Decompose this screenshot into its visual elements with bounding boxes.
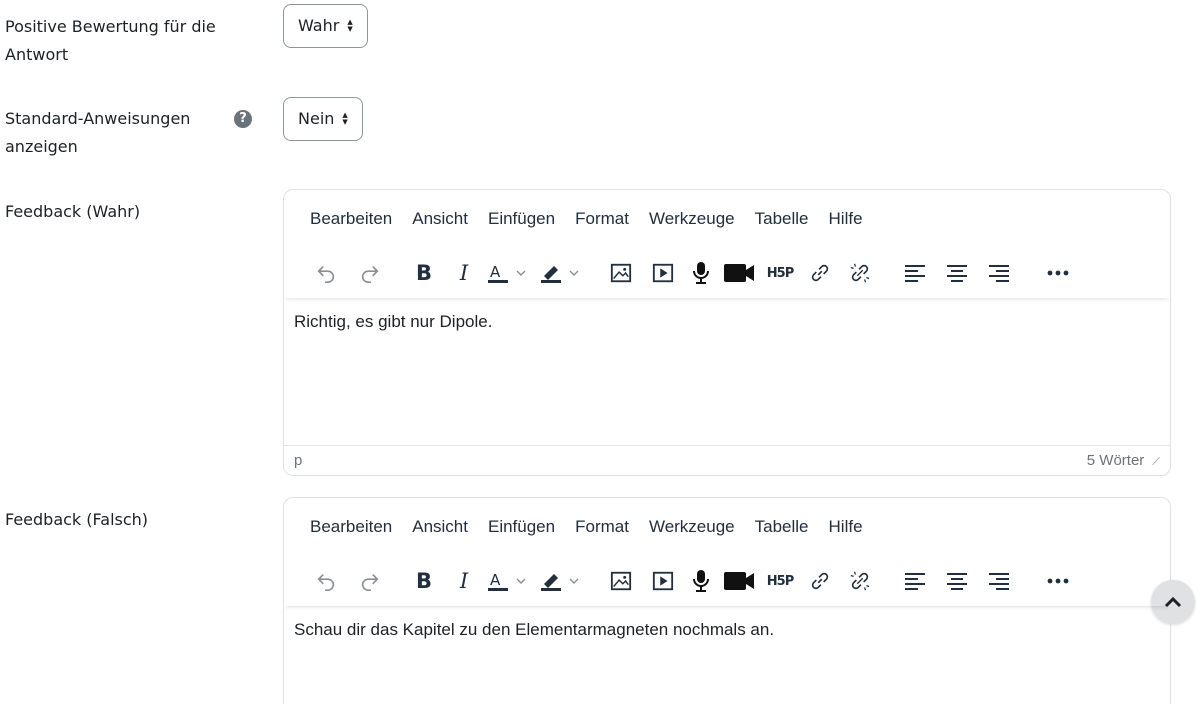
select-arrows-icon: ▲ ▼	[342, 111, 348, 126]
align-right-icon[interactable]	[978, 256, 1020, 290]
align-right-icon[interactable]	[978, 564, 1020, 598]
highlight-color-icon[interactable]	[534, 564, 590, 598]
undo-icon[interactable]	[304, 564, 348, 598]
feedback-false-editor: Bearbeiten Ansicht Einfügen Format Werkz…	[283, 497, 1171, 704]
feedback-false-label: Feedback (Falsch)	[5, 510, 149, 529]
editor-menubar: Bearbeiten Ansicht Einfügen Format Werkz…	[284, 190, 1170, 248]
image-icon[interactable]	[600, 256, 642, 290]
align-center-icon[interactable]	[936, 564, 978, 598]
italic-icon[interactable]: I	[444, 256, 484, 290]
microphone-icon[interactable]	[684, 256, 718, 290]
redo-icon[interactable]	[348, 564, 392, 598]
resize-handle-icon[interactable]: ⟋	[1152, 456, 1160, 469]
undo-icon[interactable]	[304, 256, 348, 290]
redo-icon[interactable]	[348, 256, 392, 290]
more-icon[interactable]	[1034, 564, 1082, 598]
editor-content[interactable]: Richtig, es gibt nur Dipole.	[284, 298, 1170, 346]
unlink-icon[interactable]	[840, 256, 880, 290]
standard-instructions-select[interactable]: Nein ▲ ▼	[283, 97, 363, 141]
h5p-icon[interactable]: H5P	[760, 256, 800, 290]
align-left-icon[interactable]	[894, 564, 936, 598]
svg-text:A: A	[490, 263, 501, 281]
feedback-true-label: Feedback (Wahr)	[5, 202, 141, 221]
menu-table[interactable]: Tabelle	[745, 515, 819, 539]
editor-content[interactable]: Schau dir das Kapitel zu den Elementarma…	[284, 606, 1170, 654]
unlink-icon[interactable]	[840, 564, 880, 598]
text-color-icon[interactable]: A	[484, 256, 534, 290]
menu-view[interactable]: Ansicht	[402, 207, 478, 231]
link-icon[interactable]	[800, 256, 840, 290]
element-path[interactable]: p	[294, 452, 302, 469]
media-icon[interactable]	[642, 256, 684, 290]
word-count: 5 Wörter ⟋	[1087, 452, 1160, 469]
menu-view[interactable]: Ansicht	[402, 515, 478, 539]
editor-menubar: Bearbeiten Ansicht Einfügen Format Werkz…	[284, 498, 1170, 556]
italic-icon[interactable]: I	[444, 564, 484, 598]
menu-format[interactable]: Format	[565, 207, 639, 231]
positive-rating-select[interactable]: Wahr ▲ ▼	[283, 4, 368, 48]
menu-table[interactable]: Tabelle	[745, 207, 819, 231]
editor-toolbar: B I A H5P	[284, 556, 1170, 606]
menu-help[interactable]: Hilfe	[819, 515, 873, 539]
positive-rating-label: Positive Bewertung für die Antwort	[5, 17, 216, 64]
menu-tools[interactable]: Werkzeuge	[639, 515, 745, 539]
more-icon[interactable]	[1034, 256, 1082, 290]
image-icon[interactable]	[600, 564, 642, 598]
menu-insert[interactable]: Einfügen	[478, 207, 565, 231]
microphone-icon[interactable]	[684, 564, 718, 598]
word-count-text: 5 Wörter	[1086, 452, 1145, 469]
standard-instructions-label: Standard-Anweisungen anzeigen	[5, 109, 191, 156]
positive-rating-value: Wahr	[298, 16, 340, 35]
editor-statusbar: p 5 Wörter ⟋	[284, 445, 1170, 475]
align-left-icon[interactable]	[894, 256, 936, 290]
menu-help[interactable]: Hilfe	[819, 207, 873, 231]
select-arrows-icon: ▲ ▼	[347, 18, 353, 33]
menu-edit[interactable]: Bearbeiten	[300, 515, 402, 539]
video-camera-icon[interactable]	[718, 256, 760, 290]
menu-edit[interactable]: Bearbeiten	[300, 207, 402, 231]
h5p-icon[interactable]: H5P	[760, 564, 800, 598]
feedback-true-editor: Bearbeiten Ansicht Einfügen Format Werkz…	[283, 189, 1171, 476]
text-color-icon[interactable]: A	[484, 564, 534, 598]
video-camera-icon[interactable]	[718, 564, 760, 598]
media-icon[interactable]	[642, 564, 684, 598]
svg-text:A: A	[490, 571, 501, 589]
editor-toolbar: B I A H5P	[284, 248, 1170, 298]
bold-icon[interactable]: B	[404, 256, 444, 290]
align-center-icon[interactable]	[936, 256, 978, 290]
menu-insert[interactable]: Einfügen	[478, 515, 565, 539]
link-icon[interactable]	[800, 564, 840, 598]
bold-icon[interactable]: B	[404, 564, 444, 598]
menu-tools[interactable]: Werkzeuge	[639, 207, 745, 231]
highlight-color-icon[interactable]	[534, 256, 590, 290]
standard-instructions-value: Nein	[298, 109, 335, 128]
question-circle-icon[interactable]: ?	[234, 110, 252, 128]
menu-format[interactable]: Format	[565, 515, 639, 539]
